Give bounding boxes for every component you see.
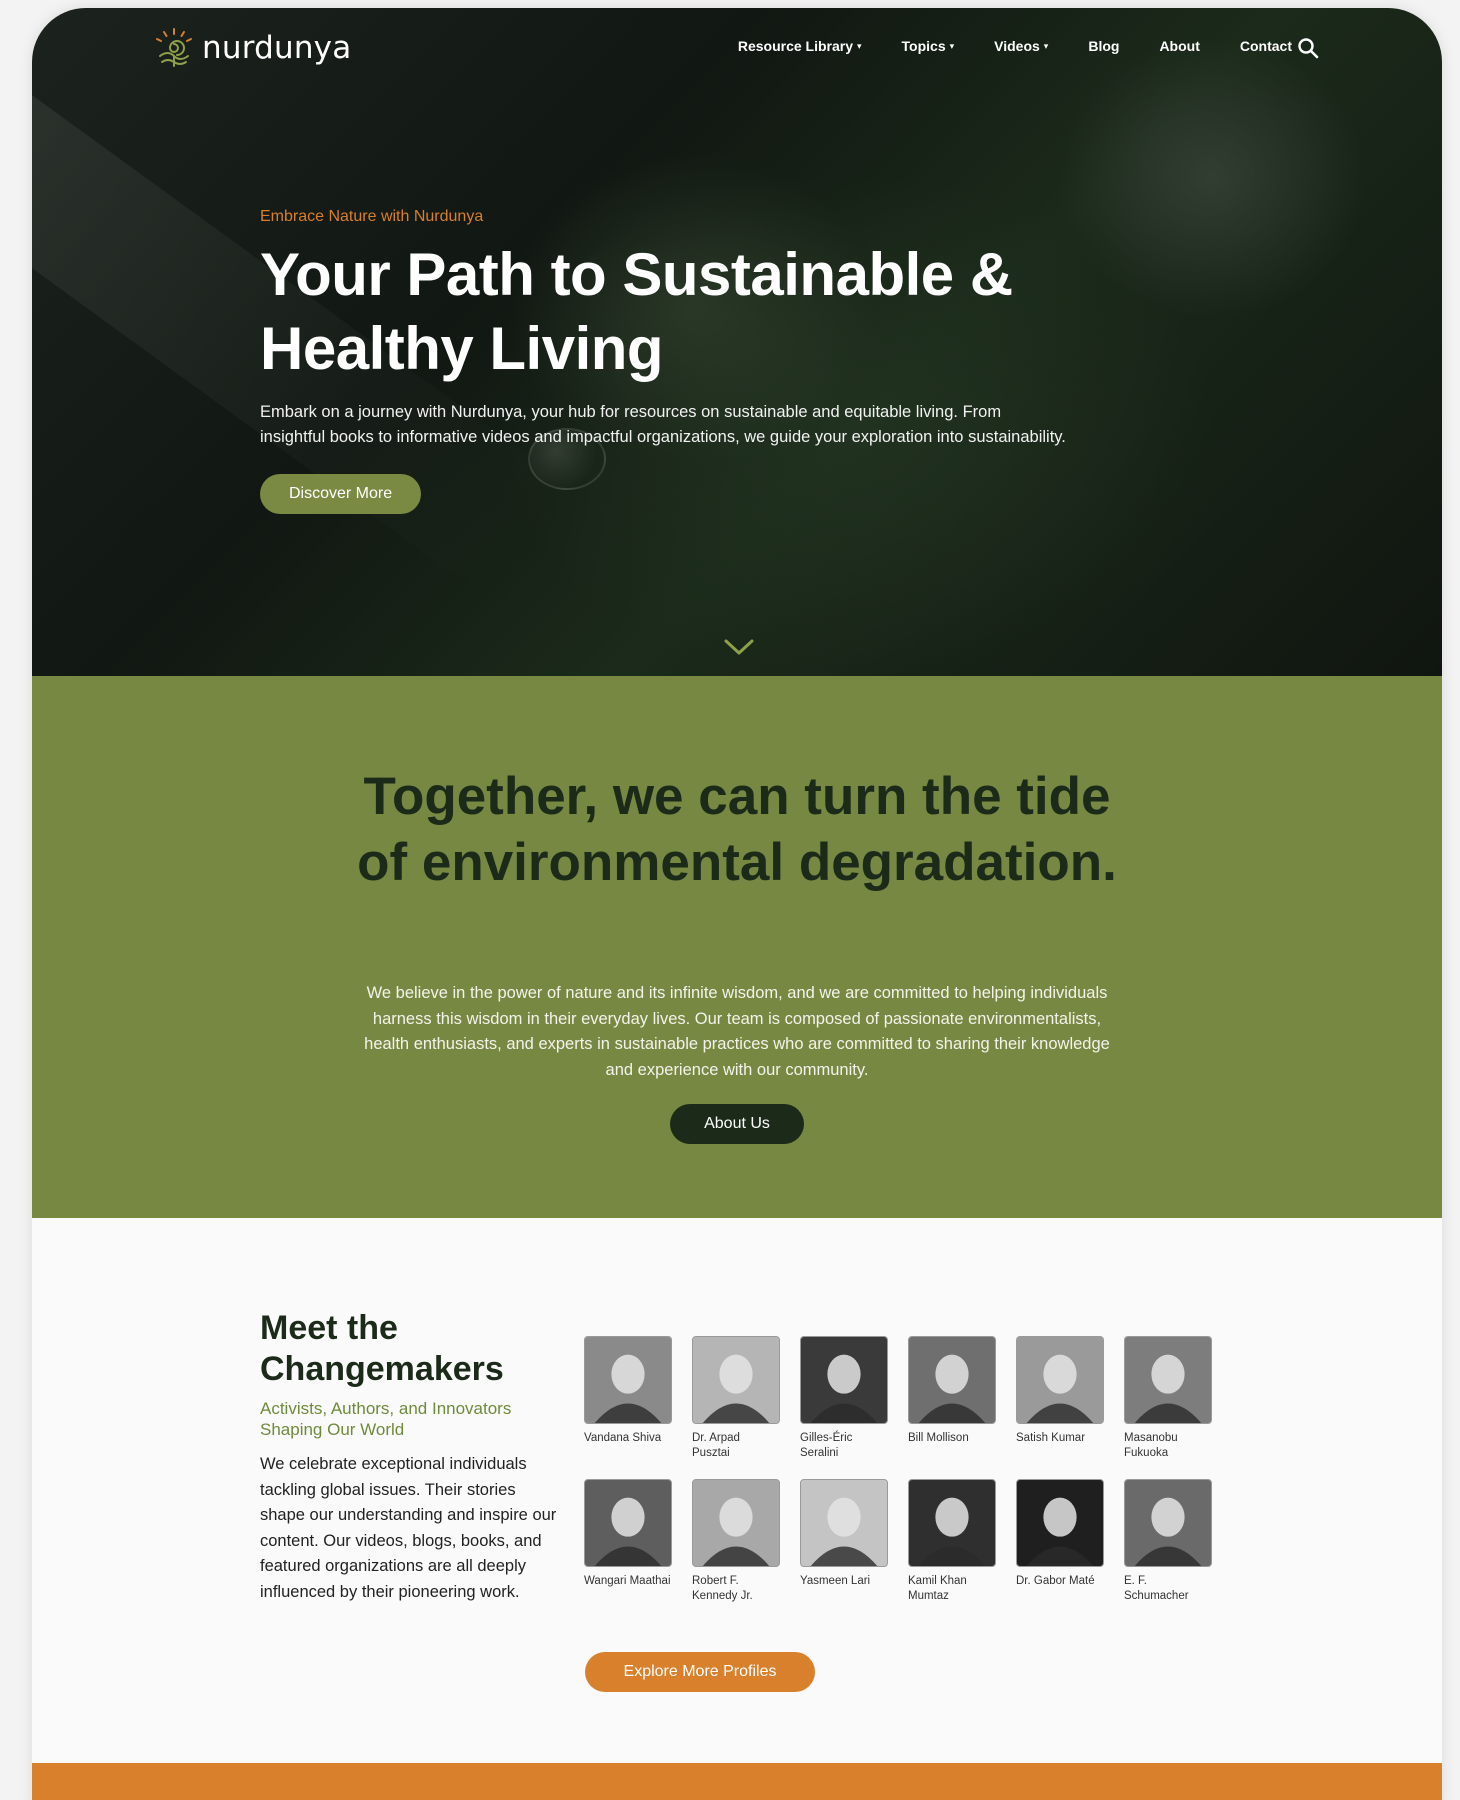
person-silhouette-icon (585, 1337, 671, 1423)
hero-description: Embark on a journey with Nurdunya, your … (260, 403, 1066, 446)
profile-name: E. F. Schumacher (1124, 1575, 1189, 1602)
page-frame: nurdunya Resource Library ▾ Topics ▾ Vid… (32, 8, 1442, 1800)
chevron-down-icon[interactable] (722, 636, 756, 658)
nav-item-label: About (1159, 38, 1200, 54)
profile-name: Dr. Arpad Pusztai (692, 1432, 740, 1459)
person-silhouette-icon (1017, 1480, 1103, 1566)
nav-item-label: Blog (1088, 38, 1120, 54)
site-logo[interactable]: nurdunya (152, 26, 351, 70)
logo-text: nurdunya (202, 30, 352, 66)
profile-name: Kamil Khan Mumtaz (908, 1575, 967, 1602)
person-silhouette-icon (1017, 1337, 1103, 1423)
profile-photo (692, 1479, 780, 1567)
discover-more-button[interactable]: Discover More (260, 474, 422, 514)
person-silhouette-icon (801, 1480, 887, 1566)
changemakers-title: Meet the Changemakers (260, 1309, 504, 1388)
profile-card[interactable]: Masanobu Fukuoka (1124, 1336, 1212, 1461)
nav-item-label: Topics (901, 38, 946, 54)
person-silhouette-icon (1125, 1480, 1211, 1566)
profile-photo (584, 1479, 672, 1567)
person-silhouette-icon (1125, 1337, 1211, 1423)
nav-item-label: Resource Library (737, 38, 853, 54)
profile-photo (1016, 1336, 1104, 1424)
profile-name: Bill Mollison (908, 1432, 969, 1444)
profile-photo (584, 1336, 672, 1424)
profile-photo (692, 1336, 780, 1424)
changemakers-subtitle: Activists, Authors, and Innovators Shapi… (260, 1399, 512, 1439)
profile-photo (800, 1479, 888, 1567)
person-silhouette-icon (585, 1480, 671, 1566)
nav-item-blog[interactable]: Blog (1088, 38, 1119, 54)
profile-name: Gilles-Éric Seralini (800, 1432, 853, 1459)
profile-name: Wangari Maathai (584, 1575, 671, 1587)
person-silhouette-icon (693, 1337, 779, 1423)
profile-photo (908, 1479, 996, 1567)
changemakers-section: Meet the Changemakers Activists, Authors… (32, 1218, 1442, 1778)
caret-down-icon: ▾ (949, 40, 955, 51)
nav-item-about[interactable]: About (1159, 38, 1199, 54)
main-menu: Resource Library ▾ Topics ▾ Videos ▾ Blo… (738, 38, 1292, 54)
profile-photo (1124, 1336, 1212, 1424)
profile-name: Yasmeen Lari (800, 1575, 871, 1587)
about-us-button[interactable]: About Us (670, 1104, 804, 1144)
profile-card[interactable]: Vandana Shiva (584, 1336, 672, 1461)
profile-name: Masanobu Fukuoka (1124, 1432, 1178, 1459)
profile-photo (800, 1336, 888, 1424)
profile-name: Robert F. Kennedy Jr. (692, 1575, 753, 1602)
mission-title: Together, we can turn the tide of enviro… (357, 767, 1117, 892)
mission-description: We believe in the power of nature and it… (364, 984, 1110, 1079)
leaf-logo-icon (156, 28, 192, 67)
profile-photo (908, 1336, 996, 1424)
nav-item-resource-library[interactable]: Resource Library ▾ (738, 38, 862, 54)
profile-name: Dr. Gabor Maté (1016, 1575, 1095, 1587)
profile-card[interactable]: Robert F. Kennedy Jr. (692, 1479, 780, 1604)
profile-name: Vandana Shiva (584, 1432, 662, 1444)
caret-down-icon: ▾ (1043, 40, 1049, 51)
hero-section: nurdunya Resource Library ▾ Topics ▾ Vid… (32, 8, 1442, 676)
search-icon[interactable] (1296, 36, 1320, 60)
mission-section: Together, we can turn the tide of enviro… (32, 676, 1442, 1218)
footer-strip (32, 1763, 1442, 1800)
changemakers-description: We celebrate exceptional individuals tac… (260, 1455, 557, 1601)
profile-card[interactable]: Yasmeen Lari (800, 1479, 888, 1604)
nav-item-label: Videos (994, 38, 1040, 54)
nav-item-topics[interactable]: Topics ▾ (902, 38, 955, 54)
profile-photo (1124, 1479, 1212, 1567)
nav-item-label: Contact (1239, 38, 1292, 54)
explore-more-profiles-button[interactable]: Explore More Profiles (585, 1652, 815, 1692)
profile-card[interactable]: Satish Kumar (1016, 1336, 1104, 1461)
person-silhouette-icon (801, 1337, 887, 1423)
nav-item-videos[interactable]: Videos ▾ (994, 38, 1048, 54)
person-silhouette-icon (909, 1480, 995, 1566)
profile-card[interactable]: Wangari Maathai (584, 1479, 672, 1604)
person-silhouette-icon (909, 1337, 995, 1423)
profile-name: Satish Kumar (1016, 1432, 1086, 1444)
profile-card[interactable]: Dr. Gabor Maté (1016, 1479, 1104, 1604)
profile-card[interactable]: E. F. Schumacher (1124, 1479, 1212, 1604)
profile-photo (1016, 1479, 1104, 1567)
profile-card[interactable]: Bill Mollison (908, 1336, 996, 1461)
profile-card[interactable]: Gilles-Éric Seralini (800, 1336, 888, 1461)
hero-content: Embrace Nature with Nurdunya Your Path t… (260, 208, 1100, 514)
top-navigation: nurdunya Resource Library ▾ Topics ▾ Vid… (32, 8, 1442, 94)
person-silhouette-icon (693, 1480, 779, 1566)
profile-card[interactable]: Dr. Arpad Pusztai (692, 1336, 780, 1461)
nav-item-contact[interactable]: Contact (1240, 38, 1292, 54)
hero-title: Your Path to Sustainable & Healthy Livin… (260, 241, 1013, 382)
caret-down-icon: ▾ (857, 40, 862, 51)
profile-card[interactable]: Kamil Khan Mumtaz (908, 1479, 996, 1604)
hero-eyebrow: Embrace Nature with Nurdunya (260, 208, 484, 225)
profile-grid: Vandana Shiva Dr. Arpad Pusztai Gilles-Éri… (584, 1336, 1212, 1604)
